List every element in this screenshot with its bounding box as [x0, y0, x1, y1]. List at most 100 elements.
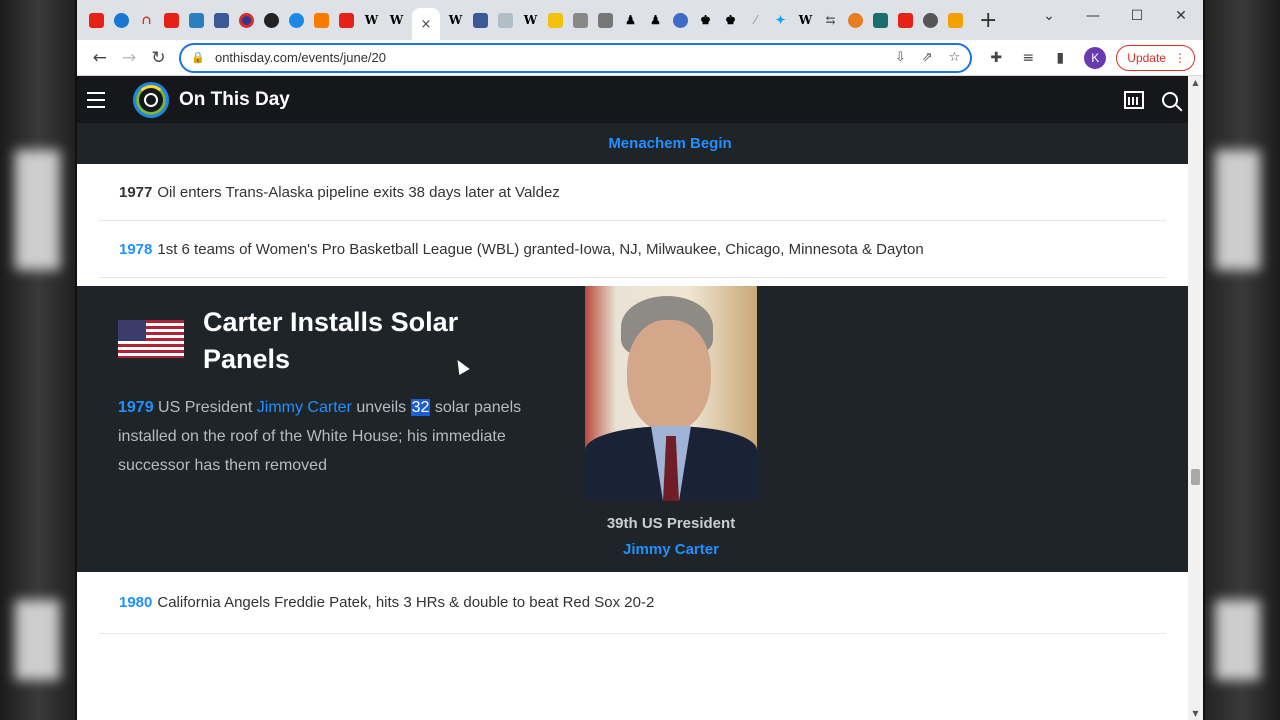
tab-wikipedia-icon[interactable]: W [446, 11, 465, 30]
portrait-caption-role: 39th US President [606, 515, 736, 532]
event-text: California Angels Freddie Patek, hits 3 … [157, 594, 655, 611]
featured-year-link[interactable]: 1979 [118, 399, 154, 416]
hamburger-menu-icon[interactable] [77, 76, 115, 123]
tab-app-icon[interactable] [596, 11, 615, 30]
install-icon[interactable]: ⇩ [895, 50, 906, 65]
previous-feature-strip: Menachem Begin [77, 123, 1188, 164]
event-year-link[interactable]: 1978 [119, 241, 152, 258]
tab-github-icon[interactable] [262, 11, 281, 30]
reading-list-icon[interactable]: ≡ [1014, 50, 1042, 66]
update-button[interactable]: Update ⋮ [1116, 44, 1195, 71]
page-content: On This Day Menachem Begin 1977 Oil ente… [77, 76, 1188, 720]
maximize-icon[interactable]: ☐ [1115, 8, 1159, 24]
tab-twitter-icon[interactable]: ✦ [771, 11, 790, 30]
person-link[interactable]: Menachem Begin [608, 135, 731, 152]
tab-chess-icon[interactable]: ♟ [621, 11, 640, 30]
featured-text-mid: unveils [356, 399, 407, 416]
tab-youtube-icon[interactable] [87, 11, 106, 30]
logo-ring-icon [133, 81, 169, 118]
share-icon[interactable]: ⇗ [922, 50, 933, 65]
tab-youtube-icon[interactable] [896, 11, 915, 30]
lock-icon[interactable]: 🔒 [191, 51, 205, 64]
tab-close-icon[interactable]: × [421, 17, 432, 32]
tab-app-icon[interactable]: ♚ [721, 11, 740, 30]
new-tab-button[interactable]: + [979, 8, 997, 33]
tab-youtube-icon[interactable] [337, 11, 356, 30]
featured-text-before: US President [158, 399, 253, 416]
tab-app-icon[interactable] [846, 11, 865, 30]
tab-wikipedia-icon[interactable]: W [362, 11, 381, 30]
featured-description: 1979 US President Jimmy Carter unveils 3… [118, 393, 548, 480]
tab-active[interactable]: × [412, 8, 440, 40]
event-row: 1978 1st 6 teams of Women's Pro Basketba… [99, 221, 1166, 278]
address-bar[interactable]: 🔒 onthisday.com/events/june/20 ⇩ ⇗ ☆ [179, 42, 973, 73]
portrait-caption-name-link[interactable]: Jimmy Carter [585, 541, 757, 558]
tab-favicons: ∩ W W × W W ♟ ♟ ♚ ♚ ⁄ ✦ W ⇆ [87, 0, 965, 40]
tab-edge-icon[interactable] [112, 11, 131, 30]
window-controls: ⌄ — ☐ ✕ [1027, 0, 1203, 32]
featured-event: Carter Installs Solar Panels 1979 US Pre… [77, 286, 1188, 572]
tab-feather-icon[interactable]: ⁄ [746, 11, 765, 30]
calendar-icon[interactable] [1124, 90, 1144, 109]
person-link[interactable]: Jimmy Carter [257, 399, 352, 416]
site-header: On This Day [77, 76, 1188, 123]
back-icon[interactable]: ← [85, 48, 114, 68]
tab-sm-icon[interactable] [946, 11, 965, 30]
tab-search-chevron-icon[interactable]: ⌄ [1027, 8, 1071, 24]
scroll-up-icon[interactable]: ▲ [1188, 78, 1203, 87]
menu-kebab-icon: ⋮ [1173, 50, 1186, 65]
backdrop-blur [15, 600, 60, 680]
tab-headset-icon[interactable]: ∩ [137, 11, 156, 30]
person-portrait-image[interactable] [585, 286, 757, 501]
browser-toolbar: ← → ↻ 🔒 onthisday.com/events/june/20 ⇩ ⇗… [77, 40, 1203, 76]
event-text: Oil enters Trans-Alaska pipeline exits 3… [157, 183, 560, 201]
close-window-icon[interactable]: ✕ [1159, 8, 1203, 24]
tab-wikipedia-icon[interactable]: W [796, 11, 815, 30]
scrollbar-thumb[interactable] [1191, 469, 1200, 485]
tab-app-icon[interactable]: ⇆ [821, 11, 840, 30]
toolbar-right: ✚ ≡ ▮ K Update ⋮ [982, 44, 1195, 71]
scroll-down-icon[interactable]: ▼ [1188, 709, 1203, 718]
tab-app-icon[interactable] [871, 11, 890, 30]
tab-chess-icon[interactable]: ♟ [646, 11, 665, 30]
profile-avatar[interactable]: K [1084, 46, 1107, 69]
tab-wikipedia-icon[interactable]: W [387, 11, 406, 30]
side-panel-icon[interactable]: ▮ [1046, 50, 1074, 66]
tab-app-icon[interactable] [571, 11, 590, 30]
tab-globe-icon[interactable] [287, 11, 306, 30]
reload-icon[interactable]: ↻ [144, 48, 173, 68]
minimize-icon[interactable]: — [1071, 8, 1115, 24]
event-row: 1980 California Angels Freddie Patek, hi… [99, 572, 1166, 634]
forward-icon[interactable]: → [114, 48, 143, 68]
search-icon[interactable] [1162, 91, 1178, 108]
page-scrollbar[interactable]: ▲ ▼ [1188, 76, 1203, 720]
event-text: 1st 6 teams of Women's Pro Basketball Le… [157, 240, 924, 258]
tab-target-icon[interactable] [237, 11, 256, 30]
extensions-icon[interactable]: ✚ [982, 50, 1010, 66]
site-logo[interactable]: On This Day [133, 81, 290, 118]
url-text[interactable]: onthisday.com/events/june/20 [215, 50, 879, 65]
events-below: 1980 California Angels Freddie Patek, hi… [77, 572, 1188, 634]
event-year-link[interactable]: 1980 [119, 594, 152, 611]
site-title: On This Day [179, 88, 290, 110]
us-flag-icon [118, 320, 184, 358]
tab-sbs-icon[interactable] [496, 11, 515, 30]
bookmark-star-icon[interactable]: ☆ [949, 50, 961, 65]
tab-wikipedia-icon[interactable]: W [521, 11, 540, 30]
tab-app-icon[interactable] [546, 11, 565, 30]
tab-app-icon[interactable]: ♚ [696, 11, 715, 30]
event-row: 1977 Oil enters Trans-Alaska pipeline ex… [99, 164, 1166, 221]
browser-window: ∩ W W × W W ♟ ♟ ♚ ♚ ⁄ ✦ W ⇆ + ⌄ — ☐ ✕ ← … [75, 0, 1205, 720]
update-label: Update [1127, 50, 1166, 65]
tab-blogger-icon[interactable] [312, 11, 331, 30]
tab-globe-icon[interactable] [671, 11, 690, 30]
selected-text-highlight: 32 [410, 399, 431, 416]
header-actions [1124, 76, 1178, 123]
tab-youtube-icon[interactable] [162, 11, 181, 30]
tab-strip: ∩ W W × W W ♟ ♟ ♚ ♚ ⁄ ✦ W ⇆ + ⌄ — ☐ ✕ [77, 0, 1203, 40]
tab-book-icon[interactable] [187, 11, 206, 30]
event-year[interactable]: 1977 [119, 184, 152, 201]
tab-app-icon[interactable] [471, 11, 490, 30]
tab-app-icon[interactable] [212, 11, 231, 30]
tab-globe-icon[interactable] [921, 11, 940, 30]
